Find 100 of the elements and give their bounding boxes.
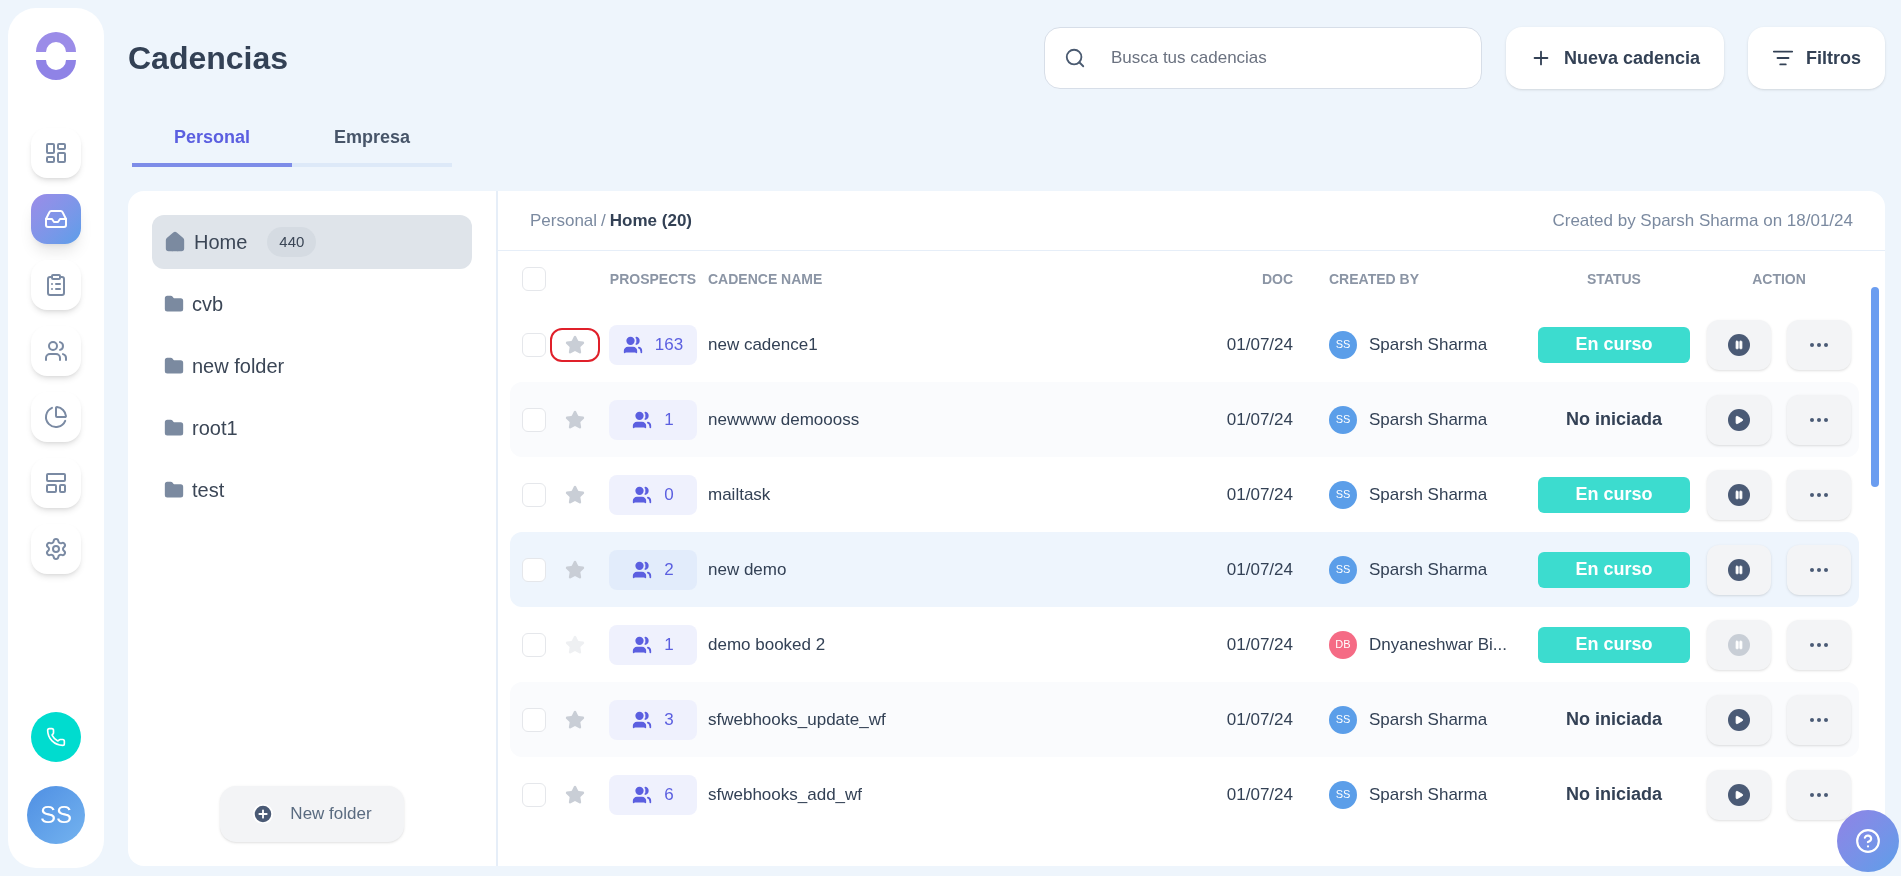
more-button[interactable] [1787, 319, 1851, 370]
pause-icon [1728, 558, 1750, 581]
table-row[interactable]: 1 newwww demoooss 01/07/24 SS Sparsh Sharma No iniciada [510, 382, 1859, 457]
phone-button[interactable] [31, 712, 81, 762]
select-all-checkbox[interactable] [522, 267, 546, 291]
cadence-name[interactable]: new cadence1 [708, 331, 1199, 358]
more-icon [1810, 492, 1828, 497]
cadence-name[interactable]: mailtask [708, 481, 1199, 508]
creator-avatar: SS [1329, 780, 1357, 809]
creator-avatar: SS [1329, 405, 1357, 434]
status-text: No iniciada [1566, 784, 1662, 804]
home-icon [164, 231, 186, 253]
page-title: Cadencias [128, 39, 289, 78]
folder-icon [164, 294, 184, 314]
cadence-name[interactable]: sfwebhooks_update_wf [708, 706, 1199, 733]
row-checkbox[interactable] [522, 407, 546, 432]
nav-button[interactable] [31, 128, 81, 178]
table-row[interactable]: 1 demo booked 2 01/07/24 DB Dnyaneshwar Bi... En curso [510, 607, 1859, 682]
row-checkbox[interactable] [522, 332, 546, 357]
people-icon [632, 484, 653, 505]
prospects-count[interactable]: 1 [609, 624, 697, 665]
folder-item[interactable]: new folder [152, 339, 472, 393]
creator-avatar: SS [1329, 480, 1357, 509]
column-header: PROSPECTS [609, 269, 697, 289]
prospects-count[interactable]: 6 [609, 774, 697, 815]
table-row[interactable]: 2 new demo 01/07/24 SS Sparsh Sharma En curso [510, 532, 1859, 607]
creator-name: Dnyaneshwar Bi... [1369, 633, 1507, 656]
nav-button[interactable] [31, 326, 81, 376]
created-info: Created by Sparsh Sharma on 18/01/24 [1552, 209, 1853, 232]
creator-name: Sparsh Sharma [1369, 783, 1488, 806]
row-checkbox[interactable] [522, 782, 546, 807]
favorite-button[interactable] [550, 327, 600, 362]
cadence-name[interactable]: sfwebhooks_add_wf [708, 781, 1199, 808]
creator-name: Sparsh Sharma [1369, 558, 1488, 581]
more-button[interactable] [1787, 394, 1851, 445]
clipboard-icon [44, 273, 68, 297]
settings-icon [44, 537, 68, 561]
table-row[interactable]: 3 sfwebhooks_update_wf 01/07/24 SS Sparsh Sharma No iniciada [510, 682, 1859, 757]
pause-button[interactable] [1707, 319, 1771, 370]
pause-button[interactable] [1707, 469, 1771, 520]
search-field[interactable]: Busca tus cadencias [1043, 27, 1482, 89]
prospects-count[interactable]: 0 [609, 474, 697, 515]
new-folder-button[interactable]: New folder [220, 786, 404, 842]
more-button[interactable] [1787, 694, 1851, 745]
nav-button[interactable] [31, 458, 81, 508]
pause-icon [1728, 333, 1750, 356]
dashboard-icon [44, 141, 68, 165]
star-icon [565, 559, 585, 580]
table-row[interactable]: 163 new cadence1 01/07/24 SS Sparsh Sharma En curso [510, 307, 1859, 382]
search-icon [1063, 47, 1086, 69]
prospects-count[interactable]: 2 [609, 549, 697, 590]
breadcrumb-separator: / [601, 209, 606, 232]
cadence-name[interactable]: newwww demoooss [708, 406, 1199, 433]
row-checkbox[interactable] [522, 632, 546, 657]
tab[interactable]: Empresa [292, 124, 452, 167]
pause-icon [1728, 633, 1750, 656]
doc-date: 01/07/24 [1226, 408, 1294, 431]
prospects-count[interactable]: 1 [609, 399, 697, 440]
folder-item[interactable]: Home 440 [152, 215, 472, 269]
folder-item[interactable]: cvb [152, 277, 472, 331]
play-button[interactable] [1707, 394, 1771, 445]
breadcrumb-parent[interactable]: Personal [530, 207, 598, 234]
nav-button[interactable] [31, 392, 81, 442]
table-row[interactable]: 0 mailtask 01/07/24 SS Sparsh Sharma En curso [510, 457, 1859, 532]
status-badge: En curso [1538, 551, 1690, 588]
more-button[interactable] [1787, 769, 1851, 820]
new-cadence-button[interactable]: Nueva cadencia [1505, 27, 1724, 89]
folder-item[interactable]: root1 [152, 401, 472, 455]
nav-button[interactable] [31, 524, 81, 574]
play-icon [1728, 408, 1750, 431]
creator-avatar: DB [1329, 630, 1357, 659]
play-button[interactable] [1707, 694, 1771, 745]
cadence-name[interactable]: demo booked 2 [708, 631, 1199, 658]
row-checkbox[interactable] [522, 557, 546, 582]
pause-button[interactable] [1707, 544, 1771, 595]
play-button[interactable] [1707, 769, 1771, 820]
filter-button[interactable]: Filtros [1748, 27, 1885, 89]
row-checkbox[interactable] [522, 707, 546, 732]
prospects-count[interactable]: 163 [609, 324, 697, 365]
more-button[interactable] [1787, 469, 1851, 520]
more-button[interactable] [1787, 544, 1851, 595]
people-icon [632, 709, 653, 730]
prospects-count[interactable]: 3 [609, 699, 697, 740]
more-icon [1810, 792, 1828, 797]
row-checkbox[interactable] [522, 482, 546, 507]
nav-button[interactable] [31, 194, 81, 244]
cadence-name[interactable]: new demo [708, 556, 1199, 583]
doc-date: 01/07/24 [1226, 633, 1294, 656]
scrollbar-thumb[interactable] [1871, 287, 1879, 487]
people-icon [632, 784, 653, 805]
plus-circle-icon [252, 803, 275, 825]
more-icon [1810, 642, 1828, 647]
status-text: No iniciada [1566, 409, 1662, 429]
folder-item[interactable]: test [152, 463, 472, 517]
nav-button[interactable] [31, 260, 81, 310]
table-row[interactable]: 6 sfwebhooks_add_wf 01/07/24 SS Sparsh Sharma No iniciada [510, 757, 1859, 832]
column-header: STATUS [1587, 269, 1641, 289]
more-button[interactable] [1787, 619, 1851, 670]
people-icon [632, 559, 653, 580]
tab[interactable]: Personal [132, 124, 292, 167]
